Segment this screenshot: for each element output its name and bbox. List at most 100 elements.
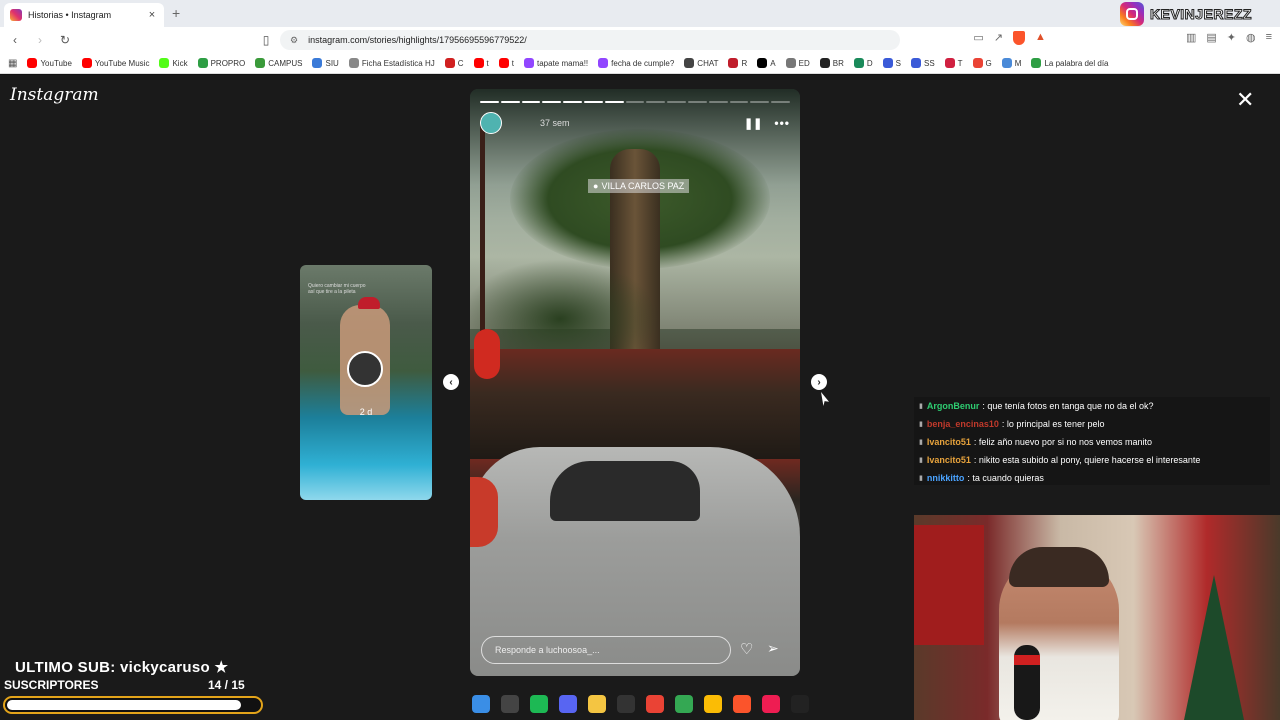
bookmark-label: S xyxy=(895,58,901,68)
wallet-icon[interactable]: ▤ xyxy=(1206,31,1216,45)
bookmark-label: CAMPUS xyxy=(268,58,303,68)
reload-icon[interactable]: ↻ xyxy=(55,33,75,47)
windows-start-icon[interactable] xyxy=(472,695,490,713)
site-info-icon[interactable]: ⚙ xyxy=(290,35,298,46)
bookmark-favicon-icon xyxy=(785,58,796,68)
chat-message: ▮ ArgonBenur: que tenía fotos en tanga qu… xyxy=(914,397,1270,415)
address-bar[interactable]: ⚙ instagram.com/stories/highlights/17956… xyxy=(280,30,900,50)
more-options-icon[interactable]: ••• xyxy=(774,116,790,130)
bookmark-item[interactable]: T xyxy=(944,58,963,68)
vpn-icon[interactable]: ◍ xyxy=(1246,31,1256,45)
steam-icon[interactable] xyxy=(617,695,635,713)
bookmark-item[interactable]: Kick xyxy=(159,58,188,68)
browser-toolbar: ‹ › ↻ ▯ ⚙ instagram.com/stories/highligh… xyxy=(0,27,1280,53)
bookmark-item[interactable]: M xyxy=(1001,58,1021,68)
tab-instagram-stories[interactable]: Historias • Instagram × xyxy=(4,3,164,27)
bookmark-item[interactable]: R xyxy=(728,58,747,68)
bookmark-item[interactable]: CAMPUS xyxy=(255,58,302,68)
bookmark-item[interactable]: A xyxy=(757,58,776,68)
new-tab-button[interactable]: + xyxy=(172,5,180,21)
forward-icon[interactable]: › xyxy=(30,33,50,47)
bookmark-favicon-icon xyxy=(598,58,609,68)
next-arrow-icon[interactable]: › xyxy=(811,374,827,390)
sidebar-icon[interactable]: ▥ xyxy=(1186,31,1196,45)
bookmark-item[interactable]: SIU xyxy=(312,58,339,68)
story-author-avatar[interactable] xyxy=(480,112,502,134)
pause-icon[interactable]: ❚❚ xyxy=(744,117,762,130)
subscribers-goal-fill xyxy=(7,700,242,710)
bookmark-label: A xyxy=(770,58,776,68)
bookmark-label: fecha de cumple? xyxy=(611,58,675,68)
like-heart-icon[interactable]: ♡ xyxy=(740,640,753,658)
bookmark-item[interactable]: La palabra del día xyxy=(1031,58,1109,68)
bookmark-item[interactable]: t xyxy=(473,58,489,68)
streamer-name: KEVINJEREZZ xyxy=(1150,5,1252,22)
instagram-favicon-icon xyxy=(10,9,22,21)
bookmark-item[interactable]: S xyxy=(882,58,901,68)
chrome-icon-2[interactable] xyxy=(675,695,693,713)
send-message-icon[interactable]: ➢ xyxy=(767,640,779,657)
story-progress-segment xyxy=(563,101,582,103)
url-text[interactable]: instagram.com/stories/highlights/1795669… xyxy=(308,35,527,45)
bookmark-label: D xyxy=(866,58,873,68)
chrome-icon-3[interactable] xyxy=(704,695,722,713)
current-story[interactable]: 37 sem ❚❚ ••• ● VILLA CARLOS PAZ Respond… xyxy=(470,89,800,676)
bookmark-item[interactable]: CHAT xyxy=(684,58,718,68)
subscribers-goal-bar xyxy=(3,696,263,714)
bookmark-favicon-icon xyxy=(910,58,921,68)
story-progress-segment xyxy=(604,101,624,103)
chrome-icon[interactable] xyxy=(646,695,664,713)
menu-icon[interactable]: ≡ xyxy=(1266,31,1272,45)
cast-icon[interactable]: ▭ xyxy=(973,31,983,45)
previous-story-preview[interactable]: Quiero cambiar mi cuerpo así que tire a … xyxy=(300,265,432,500)
close-stories-icon[interactable]: ✕ xyxy=(1236,89,1254,111)
brave-icon[interactable] xyxy=(733,695,751,713)
bookmark-item[interactable]: t xyxy=(498,58,514,68)
bookmark-item[interactable]: YouTube xyxy=(27,58,72,68)
streamer-hair-image xyxy=(1009,547,1109,587)
chat-text: : que tenía fotos en tanga que no da el … xyxy=(982,401,1154,411)
bookmark-item[interactable]: BR xyxy=(819,58,844,68)
bookmark-item[interactable]: G xyxy=(972,58,992,68)
apps-grid-icon[interactable]: ▦ xyxy=(8,58,17,69)
bookmarks-bar: ▦ YouTube YouTube Music Kick PROPRO CAMPUS SI… xyxy=(0,53,1280,74)
bookmark-item[interactable]: PROPRO xyxy=(197,58,245,68)
bookmark-icon[interactable]: ▯ xyxy=(256,33,276,47)
tiktok-icon[interactable] xyxy=(762,695,780,713)
bookmark-item[interactable]: Ficha Estadística HJ xyxy=(348,58,435,68)
tab-close-icon[interactable]: × xyxy=(146,9,158,21)
bookmark-item[interactable]: fecha de cumple? xyxy=(598,58,674,68)
instagram-wordmark[interactable]: Instagram xyxy=(10,85,99,105)
bookmark-favicon-icon xyxy=(757,58,768,68)
bookmark-favicon-icon xyxy=(444,58,455,68)
bookmark-item[interactable]: ED xyxy=(785,58,810,68)
bookmark-label: tapate mama!! xyxy=(537,58,589,68)
bookmark-item[interactable]: tapate mama!! xyxy=(524,58,588,68)
bookmark-item[interactable]: SS xyxy=(910,58,935,68)
bookmark-label: SS xyxy=(923,58,935,68)
bookmark-favicon-icon xyxy=(348,58,359,68)
story-progress-segment xyxy=(646,101,666,103)
prev-story-avatar xyxy=(347,351,383,387)
bookmark-label: G xyxy=(985,58,992,68)
subscribers-row: SUSCRIPTORES 14 / 15 xyxy=(4,678,259,692)
previous-arrow-icon[interactable]: ‹ xyxy=(443,374,459,390)
brave-rewards-icon[interactable]: ▲ xyxy=(1035,31,1046,45)
epic-games-icon[interactable] xyxy=(791,695,809,713)
browser-tab-bar: Historias • Instagram × + KEVINJEREZZ xyxy=(0,0,1280,27)
location-sticker[interactable]: ● VILLA CARLOS PAZ xyxy=(588,179,690,193)
share-icon[interactable]: ↗ xyxy=(994,31,1003,45)
bookmark-label: ED xyxy=(798,58,810,68)
bookmark-item[interactable]: YouTube Music xyxy=(81,58,149,68)
bookmark-item[interactable]: D xyxy=(853,58,873,68)
story-reply-input[interactable]: Responde a luchoosoa_... xyxy=(481,636,731,664)
file-explorer-icon[interactable] xyxy=(588,695,606,713)
leo-icon[interactable]: ✦ xyxy=(1227,31,1236,45)
spotify-icon[interactable] xyxy=(530,695,548,713)
subscribers-count: 14 / 15 xyxy=(208,678,245,692)
discord-icon[interactable] xyxy=(559,695,577,713)
search-icon[interactable] xyxy=(501,695,519,713)
brave-shield-icon[interactable] xyxy=(1013,31,1026,45)
back-icon[interactable]: ‹ xyxy=(5,33,25,47)
bookmark-item[interactable]: C xyxy=(444,58,464,68)
